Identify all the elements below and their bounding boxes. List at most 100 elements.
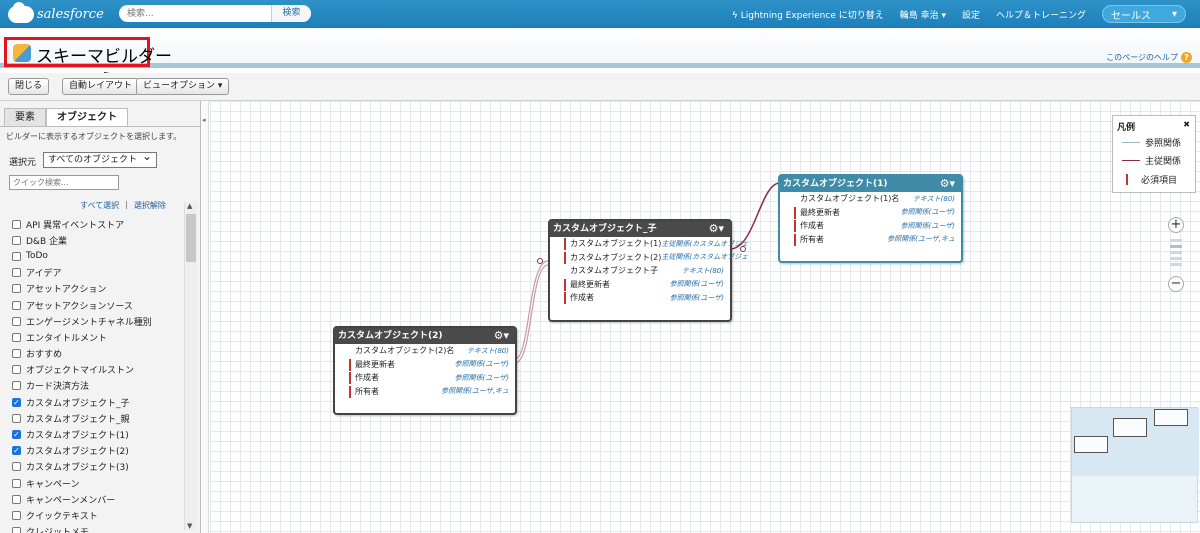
view-options-button[interactable]: ビューオプション ▾ [136, 78, 230, 95]
salesforce-logo[interactable]: salesforce [8, 1, 104, 24]
list-item[interactable]: エンタイトルメント [12, 329, 182, 345]
zoom-level-bar[interactable] [1170, 251, 1182, 254]
checkbox-icon[interactable]: ✓ [12, 430, 21, 440]
close-icon[interactable]: ✖ [1183, 120, 1190, 129]
help-icon: ? [1181, 52, 1192, 63]
field-row[interactable]: 作成者 参照関係(ユーザ) [335, 371, 515, 385]
auto-layout-button[interactable]: 自動レイアウト [62, 78, 140, 95]
gear-icon[interactable]: ⚙▾ [940, 176, 955, 192]
list-item[interactable]: カスタムオブジェクト(3) [12, 459, 182, 475]
list-item[interactable]: おすすめ [12, 346, 182, 362]
checkbox-icon[interactable] [12, 462, 21, 472]
list-item[interactable]: ✓ カスタムオブジェクト_子 [12, 394, 182, 410]
logo-text: salesforce [37, 6, 104, 22]
field-row[interactable]: 作成者 参照関係(ユーザ) [550, 291, 730, 305]
checkbox-icon[interactable] [12, 316, 21, 326]
field-row[interactable]: カスタムオブジェクト子 テキスト(80) [550, 264, 730, 278]
lightning-switch-link[interactable]: ϟ Lightning Experience に切り替え [732, 8, 884, 21]
gear-icon[interactable]: ⚙▾ [709, 221, 724, 237]
field-row[interactable]: カスタムオブジェクト(1) 主従関係(カスタムオブジェ [550, 237, 748, 251]
checkbox-icon[interactable] [12, 381, 21, 391]
close-button[interactable]: 閉じる [8, 78, 50, 95]
checkbox-icon[interactable] [12, 478, 21, 488]
list-item[interactable]: エンゲージメントチャネル種別 [12, 313, 182, 329]
field-name: 所有者 [355, 386, 379, 396]
list-item[interactable]: アイデア [12, 265, 182, 281]
tab-objects[interactable]: オブジェクト [46, 108, 128, 126]
checkbox-icon[interactable] [12, 413, 21, 423]
list-item[interactable]: クイックテキスト [12, 507, 182, 523]
list-item[interactable]: D&B 企業 [12, 232, 182, 248]
page-help-link[interactable]: このページのヘルプ ? [1106, 52, 1192, 63]
quick-search-input[interactable] [9, 175, 119, 190]
app-switcher[interactable]: セールス ▾ [1102, 5, 1186, 23]
list-item[interactable]: ✓ カスタムオブジェクト(2) [12, 443, 182, 459]
checkbox-icon[interactable] [12, 349, 21, 359]
checkbox-icon[interactable] [12, 251, 21, 261]
checkbox-icon[interactable] [12, 268, 21, 278]
checkbox-icon[interactable] [12, 284, 21, 294]
checkbox-icon[interactable] [12, 219, 21, 229]
list-item[interactable]: クレジットメモ [12, 524, 182, 533]
list-item[interactable]: カード決済方法 [12, 378, 182, 394]
field-row[interactable]: 最終更新者 参照関係(ユーザ) [780, 206, 961, 220]
field-row[interactable]: カスタムオブジェクト(2)名 テキスト(80) [335, 344, 515, 358]
list-item-label: クイックテキスト [26, 511, 98, 522]
zoom-level-bar[interactable] [1170, 245, 1182, 248]
field-row[interactable]: 最終更新者 参照関係(ユーザ) [550, 278, 730, 292]
node-custom-object-2[interactable]: カスタムオブジェクト(2) ⚙▾ カスタムオブジェクト(2)名 テキスト(80) 最… [333, 326, 517, 415]
list-item[interactable]: キャンペーンメンバー [12, 491, 182, 507]
node-custom-object-1[interactable]: カスタムオブジェクト(1) ⚙▾ カスタムオブジェクト(1)名 テキスト(80) 最… [778, 174, 963, 263]
node-header[interactable]: カスタムオブジェクト(2) ⚙▾ [335, 328, 515, 344]
checkbox-icon[interactable] [12, 332, 21, 342]
schema-canvas[interactable]: カスタムオブジェクト_子 ⚙▾ カスタムオブジェクト(1) 主従関係(カスタムオブ… [210, 101, 1200, 533]
field-row[interactable]: カスタムオブジェクト(2) 主従関係(カスタムオブジェ [550, 251, 748, 265]
zoom-level-bar[interactable] [1170, 239, 1182, 242]
checkbox-icon[interactable] [12, 235, 21, 245]
list-item[interactable]: API 異常イベントストア [12, 216, 182, 232]
field-row[interactable]: カスタムオブジェクト(1)名 テキスト(80) [780, 192, 961, 206]
node-header[interactable]: カスタムオブジェクト(1) ⚙▾ [780, 176, 961, 192]
zoom-in-button[interactable]: + [1168, 217, 1184, 233]
checkbox-icon[interactable] [12, 300, 21, 310]
object-list-scrollbar[interactable]: ▲ ▼ [184, 202, 197, 530]
field-row[interactable]: 所有者 参照関係(ユーザ,キュ [780, 233, 961, 247]
field-row[interactable]: 所有者 参照関係(ユーザ,キュ [335, 385, 515, 399]
list-item[interactable]: アセットアクションソース [12, 297, 182, 313]
select-all-link[interactable]: すべて選択 [80, 200, 119, 211]
list-item[interactable]: オブジェクトマイルストン [12, 362, 182, 378]
node-custom-object-child[interactable]: カスタムオブジェクト_子 ⚙▾ カスタムオブジェクト(1) 主従関係(カスタムオブ… [548, 219, 748, 322]
checkbox-icon[interactable] [12, 527, 21, 533]
zoom-level-bar[interactable] [1170, 257, 1182, 260]
search-input[interactable] [119, 5, 271, 22]
scroll-thumb[interactable] [186, 214, 196, 262]
field-type: 主従関係(カスタムオブジェ [661, 253, 749, 262]
list-item[interactable]: ✓ カスタムオブジェクト(1) [12, 426, 182, 442]
checkbox-icon[interactable]: ✓ [12, 397, 21, 407]
checkbox-icon[interactable] [12, 494, 21, 504]
help-training-link[interactable]: ヘルプ＆トレーニング [996, 8, 1086, 21]
minimap[interactable] [1071, 407, 1199, 523]
source-select[interactable]: すべてのオブジェクト [43, 149, 157, 168]
checkbox-icon[interactable] [12, 365, 21, 375]
scroll-up-icon[interactable]: ▲ [187, 202, 192, 210]
list-item[interactable]: アセットアクション [12, 281, 182, 297]
gear-icon[interactable]: ⚙▾ [494, 328, 509, 344]
node-header[interactable]: カスタムオブジェクト_子 ⚙▾ [550, 221, 730, 237]
list-item[interactable]: キャンペーン [12, 475, 182, 491]
deselect-link[interactable]: 選択解除 [134, 200, 166, 211]
checkbox-icon[interactable] [12, 510, 21, 520]
list-item[interactable]: カスタムオブジェクト_親 [12, 410, 182, 426]
search-button[interactable]: 検索 [271, 5, 311, 22]
field-row[interactable]: 作成者 参照関係(ユーザ) [780, 219, 961, 233]
scroll-down-icon[interactable]: ▼ [187, 522, 192, 530]
field-row[interactable]: 最終更新者 参照関係(ユーザ) [335, 358, 515, 372]
settings-link[interactable]: 設定 [962, 8, 980, 21]
checkbox-icon[interactable]: ✓ [12, 446, 21, 456]
panel-collapse-handle[interactable]: ◂ [201, 101, 209, 533]
list-item[interactable]: ToDo [12, 248, 182, 264]
zoom-out-button[interactable]: − [1168, 276, 1184, 292]
user-menu[interactable]: 輪島 幸治 ▾ [900, 8, 946, 21]
tab-elements[interactable]: 要素 [4, 108, 46, 126]
zoom-level-bar[interactable] [1170, 263, 1182, 266]
